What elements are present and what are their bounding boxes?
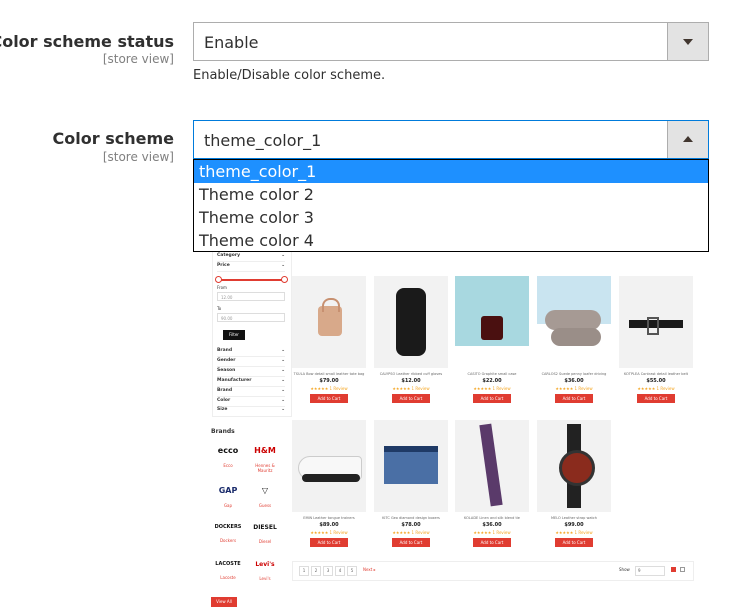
color-scheme-dropdown[interactable]: theme_color_1 Theme color 2 Theme color …	[193, 159, 709, 252]
brand-item: GAP Gap	[218, 486, 238, 508]
preview-filter-sidebar: Category ⌄ Price ⌄ From 12.00 To 90.00 Fil…	[212, 250, 292, 417]
scheme-select-value: theme_color_1	[204, 131, 322, 150]
status-select-arrow[interactable]	[667, 23, 708, 60]
brand-item: ▽ Guess	[258, 486, 272, 508]
product-image	[292, 420, 366, 512]
chevron-down-icon	[683, 39, 693, 45]
view-all-button: View All	[211, 597, 237, 607]
filter-row: Season ⌄	[217, 368, 285, 377]
dropdown-option[interactable]: Theme color 2	[194, 183, 708, 206]
filter-button: Filter	[223, 330, 245, 340]
filter-row: Brand ⌄	[217, 348, 285, 357]
product-image	[292, 276, 366, 368]
product-card: TSULA Bow detail small leather tote bag …	[292, 276, 366, 403]
brand-item: ecco Ecco	[217, 446, 239, 468]
status-scope-label: [store view]	[102, 52, 174, 66]
brand-item: DIESEL Diesel	[253, 524, 277, 544]
price-to-input: 90.00	[217, 313, 285, 322]
color-scheme-label: Color scheme	[52, 129, 174, 148]
product-image	[455, 420, 529, 512]
brand-item: DOCKERS Dockers	[214, 524, 242, 543]
price-slider	[217, 279, 285, 281]
product-card: EMIN Leather tongue trainers $89.00 ★★★★…	[292, 420, 366, 547]
filter-category: Category ⌄	[217, 253, 285, 262]
dropdown-option[interactable]: Theme color 4	[194, 229, 708, 252]
price-slider-handle	[215, 276, 222, 283]
filter-row: Color ⌄	[217, 398, 285, 407]
product-image	[537, 276, 611, 368]
filter-row: Brand ⌄	[217, 388, 285, 397]
product-image	[374, 420, 448, 512]
color-scheme-status-select[interactable]: Enable	[193, 22, 709, 61]
product-card: KITC Geo diamond design boxers $78.00 ★★…	[374, 420, 448, 547]
chevron-up-icon	[683, 136, 693, 142]
filter-row: Gender ⌄	[217, 358, 285, 367]
dropdown-option[interactable]: Theme color 3	[194, 206, 708, 229]
brands-title: Brands	[211, 428, 235, 435]
color-scheme-status-label: Color scheme status	[0, 32, 174, 51]
dropdown-option[interactable]: theme_color_1	[194, 160, 708, 183]
product-image	[619, 276, 693, 368]
product-card: CARLOS2 Suede penny loafer driving $36.0…	[537, 276, 611, 403]
product-card: MELO Leather strap watch $99.00 ★★★★★ 1 …	[537, 420, 611, 547]
product-image	[374, 276, 448, 368]
price-from-input: 12.00	[217, 292, 285, 301]
product-card: CASITO Graphite small case $22.00 ★★★★★ …	[455, 276, 529, 403]
status-select-value: Enable	[204, 33, 259, 52]
status-note: Enable/Disable color scheme.	[193, 68, 386, 83]
brand-item: H&M Hennes & Mauritz	[254, 446, 276, 473]
product-image	[455, 276, 529, 368]
brand-item: Levi's Levi's	[255, 561, 275, 581]
product-card: CALYPSO Leather ribbed cuff gloves $12.0…	[374, 276, 448, 403]
color-scheme-preview: Category ⌄ Price ⌄ From 12.00 To 90.00 Fil…	[206, 250, 696, 610]
brand-item: LACOSTE Lacoste	[215, 561, 241, 580]
price-from-label: From	[217, 285, 227, 290]
filter-price: Price ⌄	[217, 263, 285, 272]
product-card: KOTPLEA Contrast detail leather belt $55…	[619, 276, 693, 403]
product-image	[537, 420, 611, 512]
price-slider-handle	[281, 276, 288, 283]
price-to-label: To	[217, 306, 222, 311]
product-card: KOLADE Linen and silk blend tie $36.00 ★…	[455, 420, 529, 547]
filter-row: Manufacturer ⌄	[217, 378, 285, 387]
scheme-select-arrow[interactable]	[667, 121, 708, 158]
filter-row: Size ⌄	[217, 407, 285, 412]
preview-pager: 1 2 3 4 5 Next ▸ Show 9	[292, 561, 694, 581]
color-scheme-select[interactable]: theme_color_1	[193, 120, 709, 159]
scheme-scope-label: [store view]	[102, 150, 174, 164]
